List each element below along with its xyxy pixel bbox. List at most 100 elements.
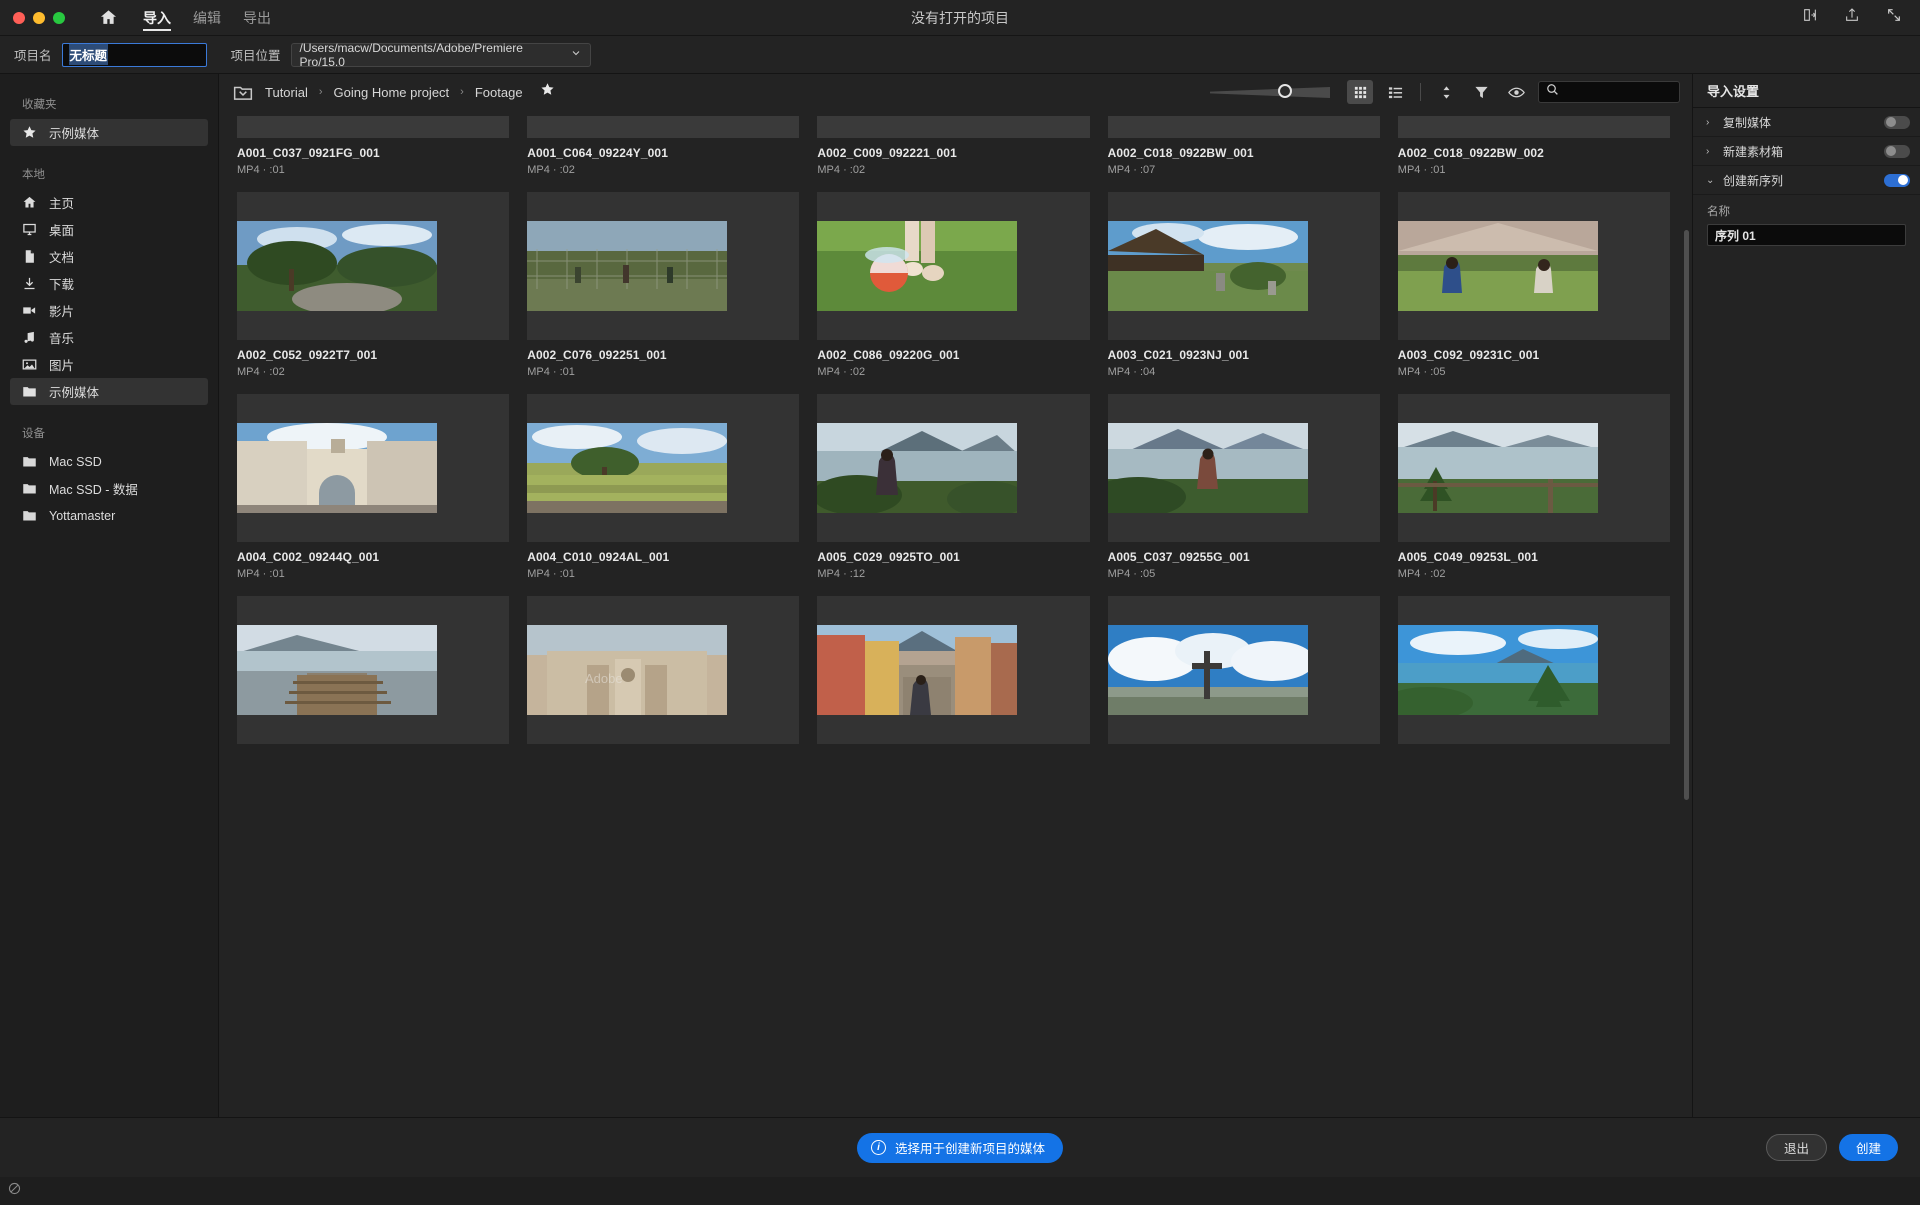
media-item[interactable]: A002_C086_09220G_001 MP4 · :02 [817, 192, 1090, 394]
media-item[interactable]: A002_C076_092251_001 MP4 · :01 [527, 192, 800, 394]
sidebar-favorites-header: 收藏夹 [22, 99, 57, 111]
media-thumbnail[interactable] [1107, 192, 1380, 340]
media-item[interactable]: A004_C010_0924AL_001 MP4 · :01 [527, 394, 800, 596]
media-thumbnail[interactable] [1397, 192, 1670, 340]
tab-import[interactable]: 导入 [143, 0, 171, 36]
media-item[interactable] [1397, 596, 1670, 760]
media-thumbnail[interactable] [817, 192, 1090, 340]
sidebar-item-movies[interactable]: 影片 [10, 297, 208, 324]
media-thumbnail[interactable] [1397, 596, 1670, 744]
fullscreen-icon[interactable] [1886, 7, 1902, 28]
media-thumbnail[interactable] [817, 596, 1090, 744]
media-thumbnail[interactable] [527, 394, 800, 542]
sidebar-item-downloads[interactable]: 下载 [10, 270, 208, 297]
media-item[interactable]: A003_C021_0923NJ_001 MP4 · :04 [1107, 192, 1380, 394]
media-thumbnail[interactable] [817, 394, 1090, 542]
media-thumbnail[interactable] [237, 394, 510, 542]
media-item[interactable]: A004_C002_09244Q_001 MP4 · :01 [237, 394, 510, 596]
tab-export[interactable]: 导出 [243, 0, 271, 36]
preview-eye-button[interactable] [1503, 80, 1529, 104]
media-thumbnail[interactable] [527, 116, 800, 138]
sync-settings-icon[interactable] [1802, 7, 1818, 28]
sidebar-item-desktop[interactable]: 桌面 [10, 216, 208, 243]
chevron-right-icon[interactable]: › [1706, 146, 1715, 157]
media-thumbnail[interactable] [237, 596, 510, 744]
media-item[interactable]: A005_C029_0925TO_001 MP4 · :12 [817, 394, 1090, 596]
new-bin-toggle[interactable] [1884, 144, 1910, 158]
minimize-window-button[interactable] [33, 11, 45, 24]
home-icon[interactable] [95, 5, 121, 31]
slider-handle[interactable] [1278, 84, 1292, 98]
cancel-button[interactable]: 退出 [1765, 1134, 1827, 1161]
media-item[interactable] [237, 596, 510, 760]
setting-row-copy-media[interactable]: › 复制媒体 [1693, 108, 1920, 137]
close-window-button[interactable] [13, 11, 25, 24]
grid-view-button[interactable] [1347, 80, 1373, 104]
select-media-banner[interactable]: i 选择用于创建新项目的媒体 [856, 1132, 1064, 1163]
breadcrumb-item-going-home-project[interactable]: Going Home project [334, 85, 450, 100]
sidebar-item-home[interactable]: 主页 [10, 189, 208, 216]
media-thumbnail[interactable] [237, 192, 510, 340]
media-thumbnail[interactable]: Adobe [527, 596, 800, 744]
create-sequence-toggle[interactable] [1884, 173, 1910, 187]
no-entry-icon [8, 1182, 21, 1200]
sidebar-item-yottamaster[interactable]: Yottamaster [10, 502, 208, 529]
create-button[interactable]: 创建 [1838, 1134, 1898, 1161]
media-item[interactable]: A005_C037_09255G_001 MP4 · :05 [1107, 394, 1380, 596]
vertical-scrollbar[interactable] [1684, 230, 1689, 800]
media-thumbnail[interactable] [527, 192, 800, 340]
media-meta: MP4 · :02 [237, 366, 285, 378]
window-controls[interactable] [0, 11, 65, 24]
media-thumbnail[interactable] [1397, 394, 1670, 542]
setting-row-new-bin[interactable]: › 新建素材箱 [1693, 137, 1920, 166]
sequence-name-input[interactable]: 序列 01 [1707, 224, 1906, 246]
project-location-select[interactable]: /Users/macw/Documents/Adobe/Premiere Pro… [290, 41, 591, 69]
media-item[interactable]: A001_C064_09224Y_001 MP4 · :02 [527, 116, 800, 192]
sidebar-item-pictures[interactable]: 图片 [10, 351, 208, 378]
media-thumbnail[interactable] [237, 116, 510, 138]
filter-button[interactable] [1468, 80, 1494, 104]
chevron-down-icon[interactable]: ⌄ [1706, 175, 1715, 186]
favorite-star-icon[interactable] [540, 82, 555, 102]
setting-label: 新建素材箱 [1723, 144, 1784, 159]
media-item[interactable]: A002_C018_0922BW_001 MP4 · :07 [1107, 116, 1380, 192]
media-item[interactable]: A005_C049_09253L_001 MP4 · :02 [1397, 394, 1670, 596]
sidebar-item-documents[interactable]: 文档 [10, 243, 208, 270]
breadcrumb-item-footage[interactable]: Footage [475, 85, 523, 100]
maximize-window-button[interactable] [53, 11, 65, 24]
media-thumbnail[interactable] [1107, 596, 1380, 744]
sort-button[interactable] [1433, 80, 1459, 104]
media-thumbnail[interactable] [1397, 116, 1670, 138]
sidebar-item-mac-ssd-data[interactable]: Mac SSD - 数据 [10, 475, 208, 502]
media-item[interactable]: Adobe [527, 596, 800, 760]
media-thumbnail[interactable] [1107, 116, 1380, 138]
media-thumbnail[interactable] [1107, 394, 1380, 542]
media-item[interactable] [1107, 596, 1380, 760]
chevron-right-icon[interactable]: › [1706, 117, 1715, 128]
sidebar-item-sample-media-favorite[interactable]: 示例媒体 [10, 119, 208, 146]
media-item[interactable]: A002_C052_0922T7_001 MP4 · :02 [237, 192, 510, 394]
media-item[interactable]: A002_C018_0922BW_002 MP4 · :01 [1397, 116, 1670, 192]
list-view-button[interactable] [1382, 80, 1408, 104]
folder-dropdown-icon[interactable] [233, 84, 253, 101]
breadcrumb-item-tutorial[interactable]: Tutorial [265, 85, 308, 100]
media-item[interactable]: A001_C037_0921FG_001 MP4 · :01 [237, 116, 510, 192]
sidebar-item-music[interactable]: 音乐 [10, 324, 208, 351]
media-item[interactable]: A003_C092_09231C_001 MP4 · :05 [1397, 192, 1670, 394]
project-name-input[interactable]: 无标题 [61, 42, 207, 67]
status-bar [0, 1177, 1920, 1205]
search-input[interactable] [1565, 85, 1672, 99]
sidebar-item-mac-ssd[interactable]: Mac SSD [10, 448, 208, 475]
folder-icon [21, 507, 38, 524]
media-thumbnail[interactable] [817, 116, 1090, 138]
copy-media-toggle[interactable] [1884, 115, 1910, 129]
setting-label: 复制媒体 [1723, 115, 1772, 130]
share-icon[interactable] [1844, 7, 1860, 28]
setting-row-create-sequence[interactable]: ⌄ 创建新序列 [1693, 166, 1920, 195]
thumbnail-size-slider[interactable] [1210, 82, 1330, 102]
tab-edit[interactable]: 编辑 [193, 0, 221, 36]
search-box[interactable] [1538, 81, 1680, 103]
media-item[interactable] [817, 596, 1090, 760]
media-item[interactable]: A002_C009_092221_001 MP4 · :02 [817, 116, 1090, 192]
sidebar-item-sample-media[interactable]: 示例媒体 [10, 378, 208, 405]
